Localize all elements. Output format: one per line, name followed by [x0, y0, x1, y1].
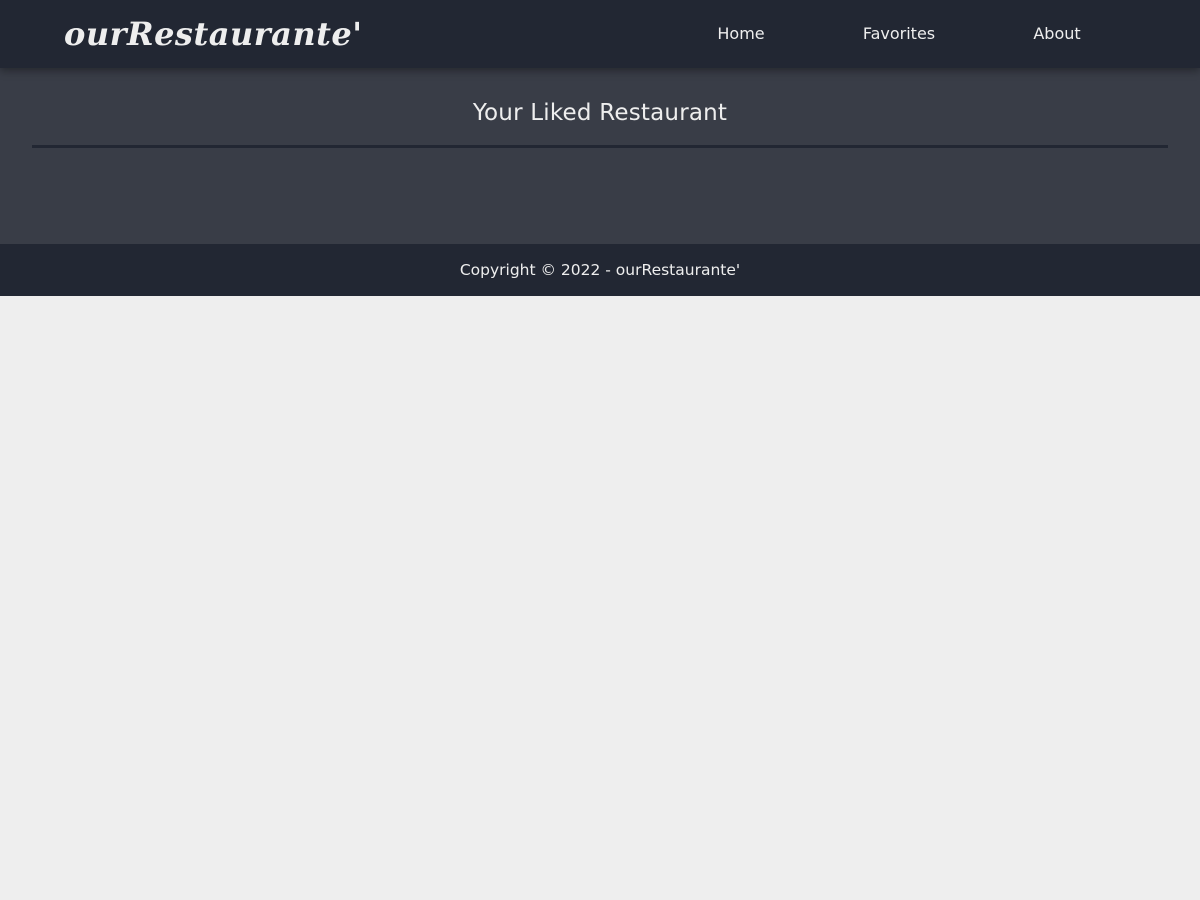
- main-nav: Home Favorites About: [662, 0, 1200, 68]
- nav-item-favorites: Favorites: [820, 0, 978, 68]
- nav-link-about[interactable]: About: [978, 0, 1136, 68]
- brand-logo[interactable]: ourRestaurante': [64, 15, 363, 53]
- nav-link-favorites[interactable]: Favorites: [820, 0, 978, 68]
- nav-item-home: Home: [662, 0, 820, 68]
- copyright-text: Copyright © 2022 - ourRestaurante': [459, 261, 741, 279]
- page-title: Your Liked Restaurant: [472, 100, 728, 126]
- app-header: ourRestaurante' Home Favorites About: [0, 0, 1200, 68]
- main-content: Your Liked Restaurant: [0, 68, 1200, 244]
- nav-link-home[interactable]: Home: [662, 0, 820, 68]
- nav-item-about: About: [978, 0, 1136, 68]
- nav-menu: Home Favorites About: [662, 0, 1136, 68]
- liked-restaurant-list: [32, 148, 1168, 244]
- page-footer: Copyright © 2022 - ourRestaurante': [0, 244, 1200, 296]
